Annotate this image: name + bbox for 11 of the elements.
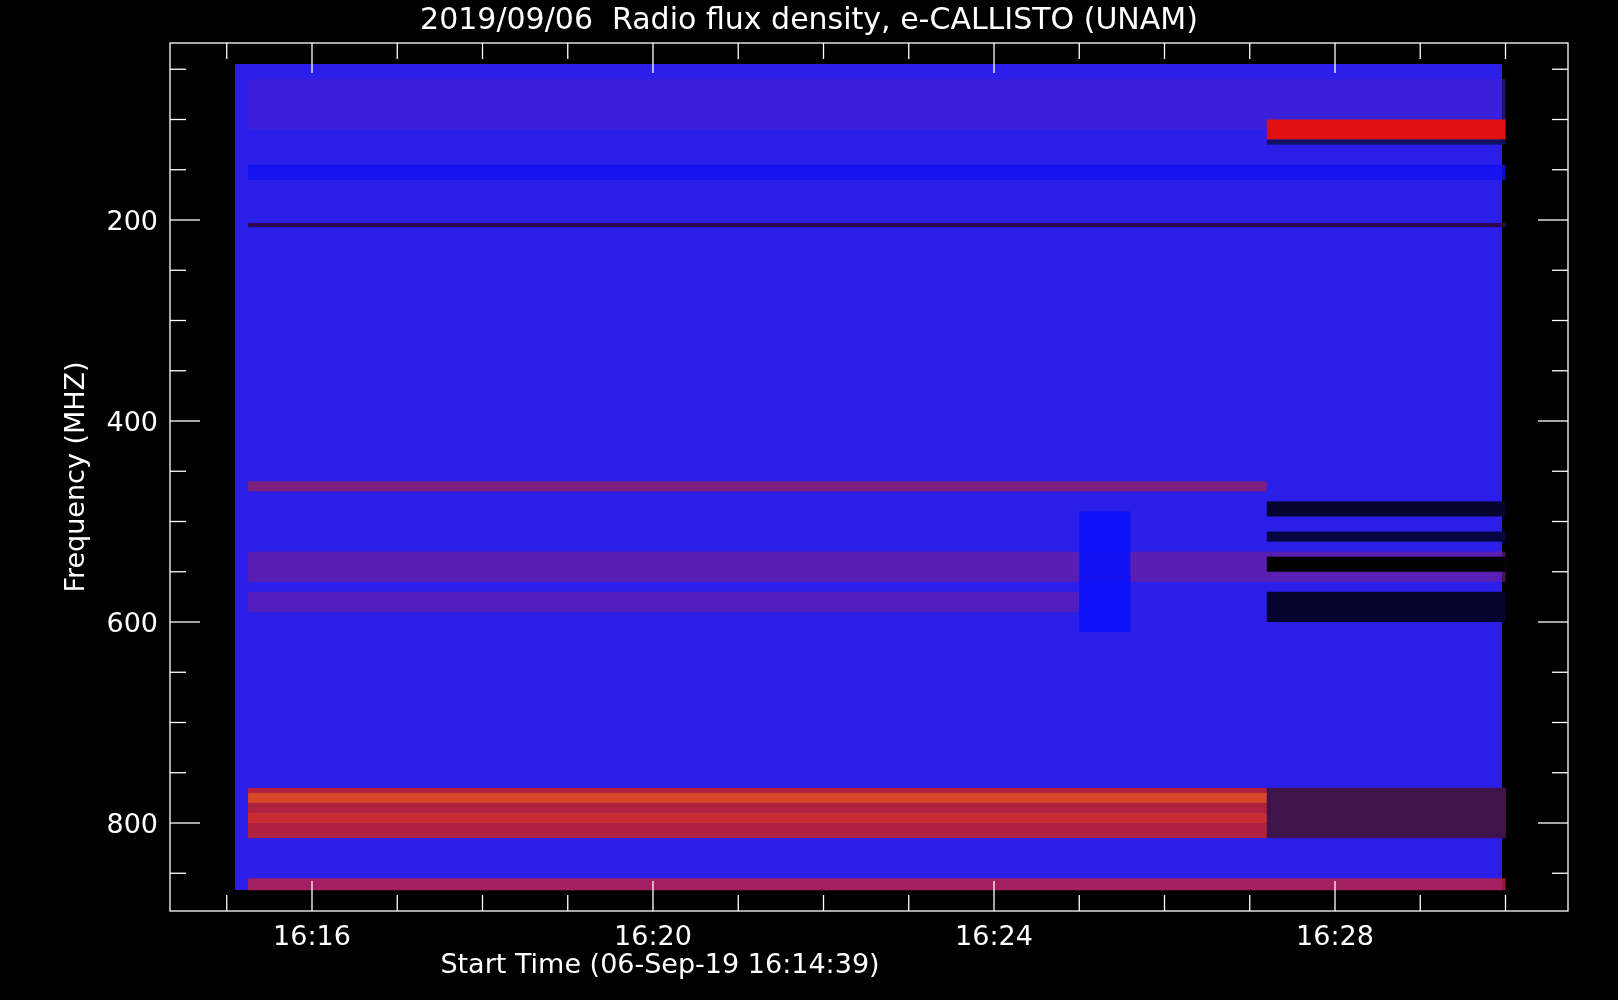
axis-tick-label: 200	[106, 206, 158, 234]
axis-tick-label: 16:16	[273, 922, 351, 949]
axis-tick-label: 400	[106, 407, 158, 435]
axis-tick-label: 16:20	[614, 922, 692, 949]
axis-tick-label: 16:24	[955, 922, 1033, 949]
chart-title: 2019/09/06 Radio flux density, e-CALLISTO (UNAM)	[419, 4, 1199, 34]
axis-tick-label: 600	[106, 608, 158, 636]
axis-tick-label: 800	[106, 809, 158, 837]
axis-title: Start Time (06-Sep-19 16:14:39)	[440, 950, 880, 977]
axis-title: Frequency (MHZ)	[60, 361, 88, 593]
axis-tick-label: 16:28	[1296, 922, 1374, 949]
